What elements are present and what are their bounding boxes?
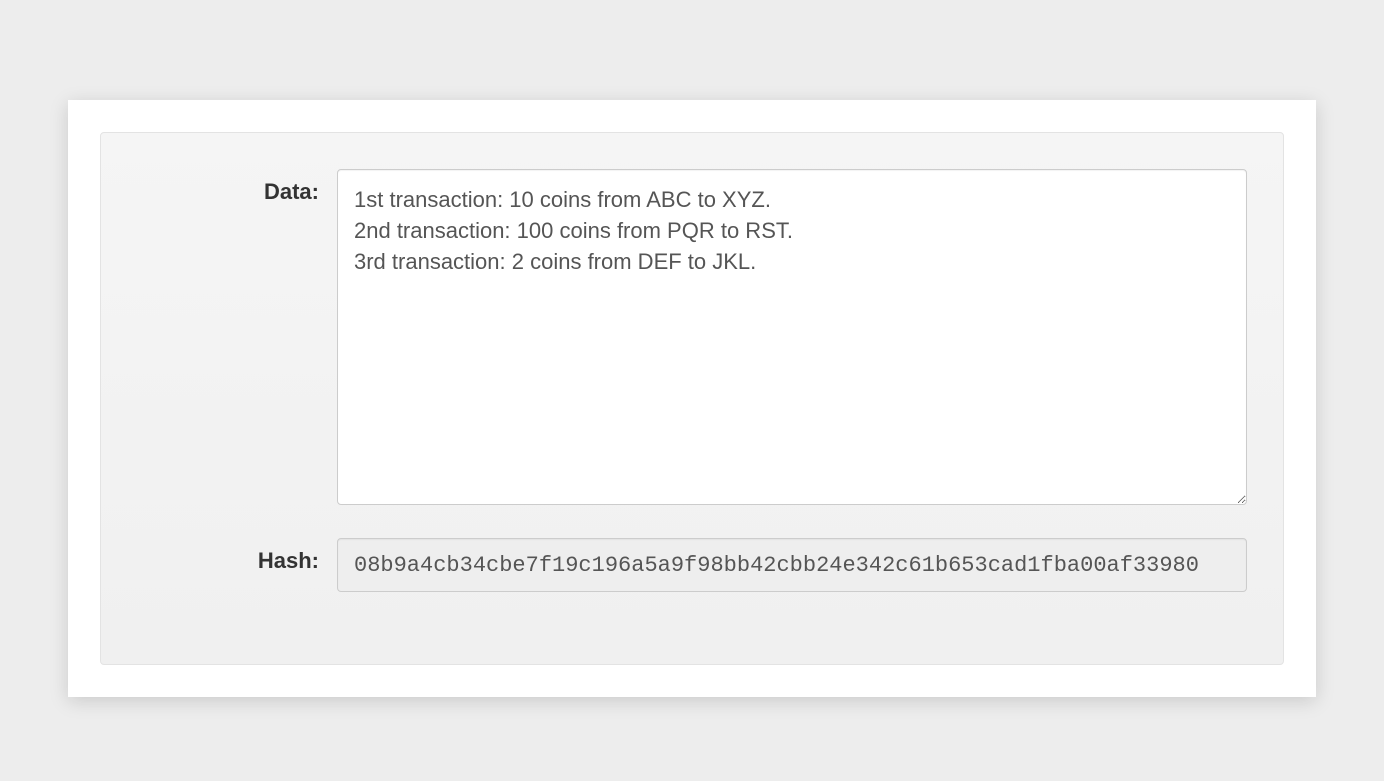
card-container: Data: Hash: [68,100,1316,697]
data-row: Data: [137,169,1247,510]
hash-input-col [337,538,1247,592]
hash-label: Hash: [258,548,319,573]
data-label-col: Data: [137,169,337,205]
form-panel: Data: Hash: [100,132,1284,665]
hash-label-col: Hash: [137,538,337,574]
hash-row: Hash: [137,538,1247,592]
hash-output[interactable] [337,538,1247,592]
data-input-col [337,169,1247,510]
data-textarea[interactable] [337,169,1247,505]
data-label: Data: [264,179,319,204]
